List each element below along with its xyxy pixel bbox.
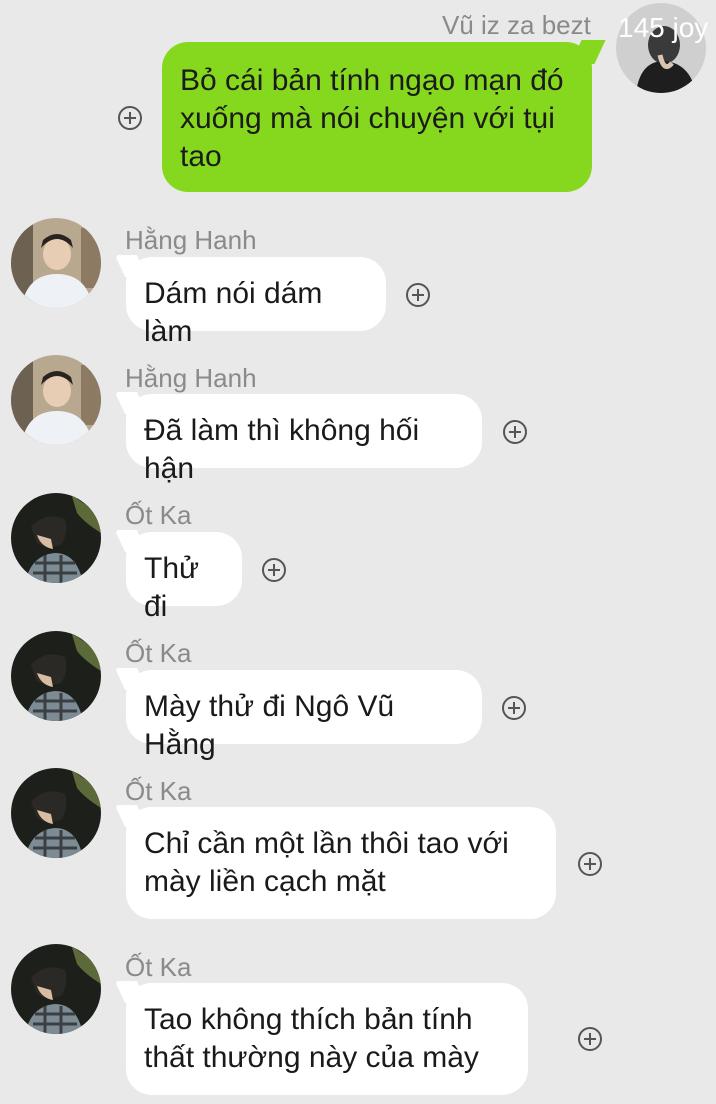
avatar[interactable]	[11, 355, 101, 445]
message-bubble[interactable]: Tao không thích bản tính thất thường này…	[126, 983, 528, 1095]
message-text: Bỏ cái bản tính ngạo mạn đó xuống mà nói…	[180, 64, 564, 173]
outgoing-bubble[interactable]: Bỏ cái bản tính ngạo mạn đó xuống mà nói…	[162, 42, 592, 192]
sender-name: Ốt Ka	[125, 952, 192, 982]
avatar[interactable]	[11, 218, 101, 308]
message-text: Dám nói dám làm	[144, 277, 323, 348]
message-text: Mày thử đi Ngô Vũ Hằng	[144, 690, 395, 761]
avatar[interactable]	[11, 493, 101, 583]
plus-circle-icon[interactable]	[262, 558, 286, 582]
outgoing-sender-name: Vũ iz za bezt	[442, 10, 591, 40]
message-bubble[interactable]: Thử đi	[126, 532, 242, 623]
sender-name: Hằng Hanh	[125, 225, 257, 255]
plus-circle-icon[interactable]	[502, 696, 526, 720]
message-bubble[interactable]: Dám nói dám làm	[126, 257, 386, 348]
plus-circle-icon[interactable]	[406, 283, 430, 307]
message-text: Thử đi	[144, 552, 200, 623]
message-bubble[interactable]: Chỉ cần một lần thôi tao với mày liền cạ…	[126, 807, 556, 919]
sender-name: Hằng Hanh	[125, 363, 257, 393]
plus-circle-icon[interactable]	[118, 106, 142, 130]
outgoing-avatar-label: 145 joy	[618, 12, 709, 43]
plus-circle-icon[interactable]	[578, 1027, 602, 1051]
message-bubble[interactable]: Đã làm thì không hối hận	[126, 394, 482, 485]
message-text: Đã làm thì không hối hận	[144, 414, 420, 485]
plus-circle-icon[interactable]	[503, 420, 527, 444]
sender-name: Ốt Ka	[125, 638, 192, 668]
avatar[interactable]	[11, 631, 101, 721]
plus-circle-icon[interactable]	[578, 852, 602, 876]
message-text: Chỉ cần một lần thôi tao với mày liền cạ…	[144, 827, 509, 898]
sender-name: Ốt Ka	[125, 776, 192, 806]
sender-name: Ốt Ka	[125, 500, 192, 530]
avatar[interactable]	[11, 768, 101, 858]
message-bubble[interactable]: Mày thử đi Ngô Vũ Hằng	[126, 670, 482, 761]
avatar[interactable]	[11, 944, 101, 1034]
message-text: Tao không thích bản tính thất thường này…	[144, 1003, 479, 1074]
